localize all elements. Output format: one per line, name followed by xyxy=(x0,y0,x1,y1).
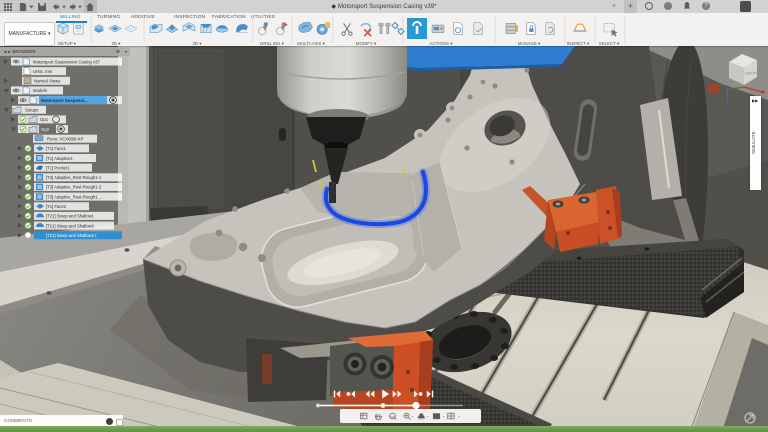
svg-text:Models: Models xyxy=(33,88,47,93)
svg-text:[T3] Adaptive_Rest-Rough1-1: [T3] Adaptive_Rest-Rough1-1 xyxy=(46,175,102,180)
svg-text:[T21] Steep and Shallow2 (: [T21] Steep and Shallow2 ( xyxy=(46,233,97,238)
svg-text:Named Views: Named Views xyxy=(34,79,60,84)
svg-text:Runs: VCX600i-XP: Runs: VCX600i-XP xyxy=(47,137,84,142)
svg-text:Motorsport Suspension Casing v: Motorsport Suspension Casing v37 xyxy=(33,59,100,64)
svg-text:[T3] Adaptive_Rest-Rough1...: [T3] Adaptive_Rest-Rough1... xyxy=(46,194,101,199)
svg-text:[T1] Adaptive1: [T1] Adaptive1 xyxy=(46,156,73,161)
svg-text:[T3] Adaptive_Rest-Rough1-2: [T3] Adaptive_Rest-Rough1-2 xyxy=(46,185,102,190)
svg-text:Op2: Op2 xyxy=(41,127,50,132)
svg-text:[T1] Pocket1: [T1] Pocket1 xyxy=(46,165,70,170)
svg-text:Units: mm: Units: mm xyxy=(33,69,53,74)
svg-text:Op1: Op1 xyxy=(40,117,49,122)
svg-text:[T21] Steep and Shallow1: [T21] Steep and Shallow1 xyxy=(46,214,95,219)
svg-text:[T21] Steep and Shallow2: [T21] Steep and Shallow2 xyxy=(46,223,95,228)
svg-text:Motorsport Suspensi...: Motorsport Suspensi... xyxy=(41,98,88,103)
svg-text:Setups: Setups xyxy=(25,108,38,113)
svg-text:FRONT: FRONT xyxy=(745,70,760,76)
svg-text:[T1] Face2: [T1] Face2 xyxy=(46,204,67,209)
svg-text:[T1] Face1: [T1] Face1 xyxy=(46,146,67,151)
